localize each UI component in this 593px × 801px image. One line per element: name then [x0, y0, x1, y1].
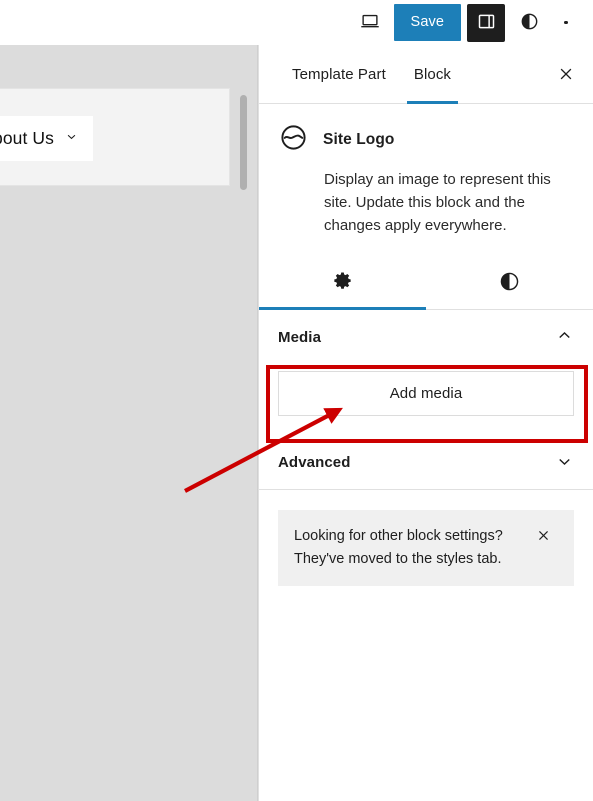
tab-template-part[interactable]: Template Part — [278, 45, 400, 103]
navigation-item-label: bout Us — [0, 128, 55, 148]
styles-button[interactable] — [509, 5, 549, 41]
chevron-down-icon — [555, 452, 574, 474]
block-title: Site Logo — [323, 131, 395, 148]
navigation-item-about-us[interactable]: bout Us — [0, 116, 93, 161]
inspector-subtablist — [259, 257, 593, 311]
panel-toggle-media[interactable]: Media — [259, 310, 593, 364]
save-button[interactable]: Save — [393, 4, 461, 41]
block-header: Site Logo — [278, 122, 574, 158]
panel-toggle-advanced[interactable]: Advanced — [259, 436, 593, 491]
sidebar-tablist: Template Part Block — [259, 45, 593, 104]
tab-block[interactable]: Block — [400, 45, 465, 104]
canvas-scrollbar[interactable] — [240, 45, 247, 801]
half-circle-contrast-icon — [498, 270, 521, 296]
laptop-icon — [359, 10, 381, 35]
site-logo-icon — [278, 122, 309, 158]
subtab-styles[interactable] — [426, 257, 593, 309]
block-description: Display an image to represent this site.… — [324, 171, 551, 234]
editor-canvas[interactable]: bout Us — [0, 45, 258, 801]
toggle-settings-sidebar-button[interactable] — [467, 3, 505, 42]
template-part-preview[interactable]: bout Us — [0, 88, 230, 186]
settings-sidebar: Template Part Block Site Logo Display an… — [258, 45, 593, 801]
notice-line-1: Looking for other block settings? — [294, 528, 503, 545]
chevron-up-icon — [555, 326, 574, 348]
media-panel-body: Add media — [259, 364, 593, 436]
close-x-icon — [557, 65, 575, 86]
notice-line-2: They've moved to the styles tab. — [294, 550, 502, 567]
more-options-button[interactable] — [549, 5, 583, 41]
add-media-button[interactable]: Add media — [278, 371, 574, 417]
close-x-icon — [536, 528, 551, 546]
three-dots-vertical-icon — [564, 20, 568, 25]
view-device-button[interactable] — [350, 5, 390, 41]
dismiss-notice-button[interactable] — [532, 526, 554, 548]
subtab-settings[interactable] — [259, 257, 426, 311]
gear-icon — [331, 270, 354, 296]
wordpress-site-editor: Save b — [0, 0, 593, 801]
half-circle-contrast-icon — [519, 11, 540, 35]
editor-toolbar: Save — [0, 0, 593, 45]
panel-title-media: Media — [278, 328, 322, 346]
canvas-scrollbar-thumb[interactable] — [240, 95, 247, 190]
panel-title-advanced: Advanced — [278, 454, 351, 472]
notice-text: Looking for other block settings? They'v… — [294, 525, 526, 570]
sidebar-panel-icon — [476, 11, 497, 35]
chevron-down-icon — [64, 129, 79, 149]
styles-moved-notice: Looking for other block settings? They'v… — [278, 510, 574, 587]
close-sidebar-button[interactable] — [549, 58, 583, 92]
block-info-card: Site Logo Display an image to represent … — [259, 104, 593, 241]
